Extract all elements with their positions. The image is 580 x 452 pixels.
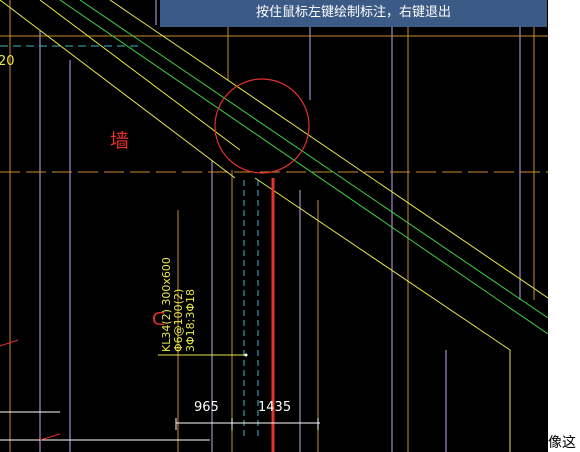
- cursor-icon: ᑕ: [152, 309, 166, 330]
- dimension-text: 965: [194, 400, 219, 415]
- red-tick: [39, 433, 61, 441]
- drawing-layer: [0, 0, 548, 452]
- cad-canvas[interactable]: 按住鼠标左键绘制标注，右键退出 墙 20 KL34(2) 300x600 Φ6@…: [0, 0, 548, 452]
- annotation-anchor: [244, 353, 248, 357]
- red-tick: [0, 339, 19, 347]
- beam-annotation-line: 3Φ18;3Φ18: [184, 288, 197, 352]
- beam-annotation[interactable]: KL34(2) 300x600 Φ6@100(2) 3Φ18;3Φ18: [160, 257, 197, 352]
- wall-line: [254, 177, 511, 452]
- wall-line: [79, 0, 548, 319]
- wall-line: [109, 0, 548, 299]
- wall-label: 墙: [110, 130, 130, 152]
- outside-text: 像这: [548, 435, 576, 451]
- dimension-text: 1435: [258, 400, 292, 415]
- dimension-line: [175, 418, 320, 430]
- wall-line: [59, 0, 548, 335]
- command-tooltip: 按住鼠标左键绘制标注，右键退出: [160, 0, 547, 27]
- grid-number-label: 20: [0, 54, 15, 69]
